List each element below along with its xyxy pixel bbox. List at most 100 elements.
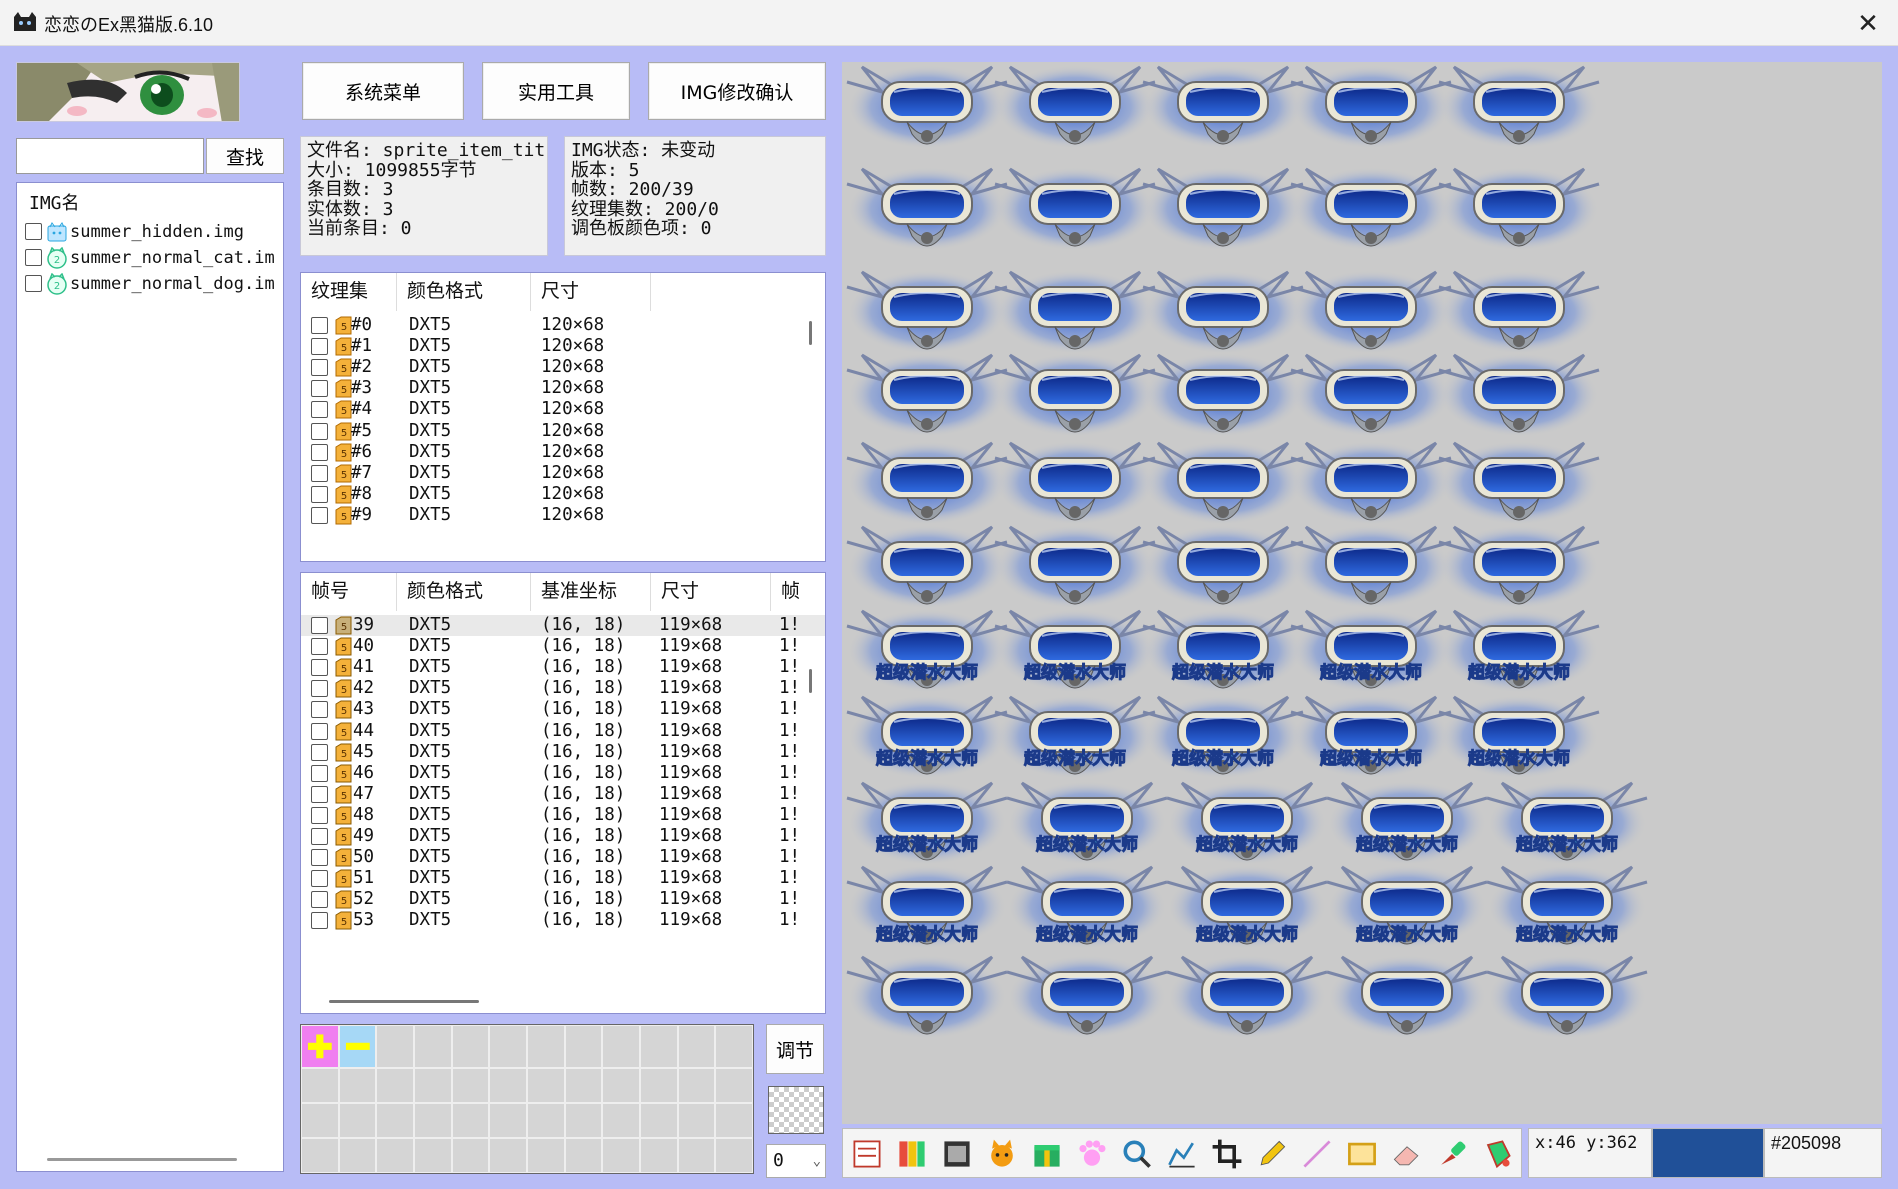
row-checkbox[interactable]: [311, 338, 328, 356]
column-header[interactable]: 颜色格式: [397, 273, 531, 311]
frame-row[interactable]: 5 51 DXT5 (16, 18) 119×68 1!: [301, 868, 825, 889]
palette-cell[interactable]: [414, 1137, 452, 1173]
texture-row[interactable]: 5 #6 DXT5 120×68: [301, 442, 801, 463]
palette-cell[interactable]: [640, 1137, 678, 1173]
add-color-button[interactable]: [301, 1025, 339, 1068]
sprite-frame[interactable]: [1289, 439, 1453, 527]
sprite-canvas[interactable]: 超级潜水大师 超级潜水大师 超级潜水大师 超级潜水大师 超级潜水大师 超级潜水大师 超级潜水…: [842, 62, 1882, 1124]
pencil-tool-button[interactable]: [1252, 1134, 1292, 1174]
frame-row[interactable]: 5 42 DXT5 (16, 18) 119×68 1!: [301, 678, 825, 699]
sprite-frame[interactable]: 超级潜水大师: [1005, 863, 1169, 951]
palette-cell[interactable]: [677, 1025, 716, 1068]
row-checkbox[interactable]: [311, 828, 328, 845]
sprite-frame[interactable]: 超级潜水大师: [1141, 693, 1305, 781]
frame-row[interactable]: 5 40 DXT5 (16, 18) 119×68 1!: [301, 636, 825, 657]
sprite-frame[interactable]: [1437, 439, 1601, 527]
remove-color-button[interactable]: [338, 1025, 377, 1068]
texture-row[interactable]: 5 #3 DXT5 120×68: [301, 378, 801, 399]
search-input[interactable]: [16, 138, 204, 174]
texture-row[interactable]: 5 #9 DXT5 120×68: [301, 505, 801, 526]
row-checkbox[interactable]: [311, 743, 328, 761]
texture-row[interactable]: 5 #5 DXT5 120×68: [301, 421, 801, 442]
texture-row[interactable]: 5 #7 DXT5 120×68: [301, 463, 801, 484]
column-header[interactable]: 尺寸: [651, 573, 771, 611]
sprite-sheet-preview[interactable]: 超级潜水大师 超级潜水大师 超级潜水大师 超级潜水大师 超级潜水大师超级潜水大师 超级潜水…: [842, 62, 1882, 1124]
frame-row[interactable]: 5 47 DXT5 (16, 18) 119×68 1!: [301, 784, 825, 805]
sprite-frame[interactable]: [993, 439, 1157, 527]
paw-tool-button[interactable]: [1072, 1134, 1112, 1174]
row-checkbox[interactable]: [311, 891, 328, 909]
cat-face-tool-button[interactable]: [982, 1134, 1022, 1174]
line-tool-button[interactable]: [1297, 1134, 1337, 1174]
sprite-frame[interactable]: [1289, 523, 1453, 611]
row-checkbox[interactable]: [311, 849, 328, 867]
palette-cell[interactable]: [338, 1137, 377, 1173]
frame-table-vscrollbar[interactable]: [809, 669, 812, 693]
palette-cell[interactable]: [640, 1102, 678, 1138]
chart-pen-tool-button[interactable]: [1162, 1134, 1202, 1174]
close-button[interactable]: ✕: [1838, 0, 1898, 46]
palette-cell[interactable]: [376, 1137, 414, 1173]
sprite-frame[interactable]: [1437, 63, 1601, 151]
row-checkbox[interactable]: [311, 806, 328, 824]
sprite-frame[interactable]: [845, 351, 1009, 439]
palette-cell[interactable]: [640, 1067, 678, 1103]
sprite-frame[interactable]: [1289, 351, 1453, 439]
palette-cell[interactable]: [338, 1067, 377, 1103]
column-header[interactable]: 纹理集: [301, 273, 397, 311]
row-checkbox[interactable]: [311, 443, 328, 461]
adjust-button[interactable]: 调节: [766, 1024, 824, 1074]
frame-row[interactable]: 5 44 DXT5 (16, 18) 119×68 1!: [301, 721, 825, 742]
sprite-frame[interactable]: [1141, 165, 1305, 253]
sprite-frame[interactable]: 超级潜水大师: [1325, 863, 1489, 951]
palette-cell[interactable]: [677, 1102, 716, 1138]
sprite-frame[interactable]: [1437, 268, 1601, 356]
palette-cell[interactable]: [564, 1025, 603, 1068]
texture-row[interactable]: 5 #1 DXT5 120×68: [301, 336, 801, 357]
row-checkbox[interactable]: [311, 701, 328, 719]
palette-cell[interactable]: [602, 1067, 640, 1103]
sprite-frame[interactable]: [993, 351, 1157, 439]
paint-bucket-tool-button[interactable]: [1477, 1134, 1517, 1174]
palette-cell[interactable]: [489, 1137, 527, 1173]
img-checkbox[interactable]: [25, 275, 42, 292]
row-checkbox[interactable]: [311, 722, 328, 740]
frame-row[interactable]: 5 53 DXT5 (16, 18) 119×68 1!: [301, 910, 825, 931]
frame-table-hscrollbar[interactable]: [329, 1000, 479, 1003]
column-header[interactable]: 颜色格式: [397, 573, 531, 611]
tools-button[interactable]: 实用工具: [482, 62, 630, 120]
sprite-frame[interactable]: 超级潜水大师: [845, 779, 1009, 867]
palette-cell[interactable]: [414, 1025, 452, 1068]
row-checkbox[interactable]: [311, 638, 328, 656]
sprite-frame[interactable]: [845, 165, 1009, 253]
sprite-frame[interactable]: [1485, 953, 1649, 1041]
row-checkbox[interactable]: [311, 317, 328, 334]
palette-cell[interactable]: [564, 1102, 603, 1138]
sprite-frame[interactable]: [1289, 63, 1453, 151]
frame-row[interactable]: 5 41 DXT5 (16, 18) 119×68 1!: [301, 657, 825, 678]
sprite-frame[interactable]: 超级潜水大师: [845, 693, 1009, 781]
palette-cell[interactable]: [301, 1067, 339, 1103]
sprite-frame[interactable]: [1289, 165, 1453, 253]
sprite-frame[interactable]: 超级潜水大师: [1289, 607, 1453, 695]
img-list-item[interactable]: 2 summer_normal_cat.im: [25, 245, 275, 270]
palette-index-select[interactable]: 0 ⌄: [766, 1144, 826, 1178]
sprite-frame[interactable]: 超级潜水大师: [1165, 779, 1329, 867]
film-strip-tool-button[interactable]: [937, 1134, 977, 1174]
color-preview[interactable]: [768, 1086, 824, 1134]
row-checkbox[interactable]: [311, 617, 328, 634]
frame-row[interactable]: 5 49 DXT5 (16, 18) 119×68 1!: [301, 826, 825, 847]
frame-row[interactable]: 5 43 DXT5 (16, 18) 119×68 1!: [301, 699, 825, 720]
sprite-frame[interactable]: [1141, 439, 1305, 527]
palette-cell[interactable]: [451, 1025, 490, 1068]
sprite-frame[interactable]: 超级潜水大师: [845, 863, 1009, 951]
color-columns-tool-button[interactable]: [892, 1134, 932, 1174]
sprite-frame[interactable]: 超级潜水大师: [1165, 863, 1329, 951]
palette-cell[interactable]: [527, 1102, 565, 1138]
frame-row[interactable]: 5 50 DXT5 (16, 18) 119×68 1!: [301, 847, 825, 868]
sprite-frame[interactable]: 超级潜水大师: [1141, 607, 1305, 695]
sprite-frame[interactable]: [1005, 953, 1169, 1041]
img-list-item[interactable]: 2 summer_normal_dog.im: [25, 271, 275, 296]
sprite-frame[interactable]: [845, 439, 1009, 527]
palette-cell[interactable]: [376, 1067, 414, 1103]
